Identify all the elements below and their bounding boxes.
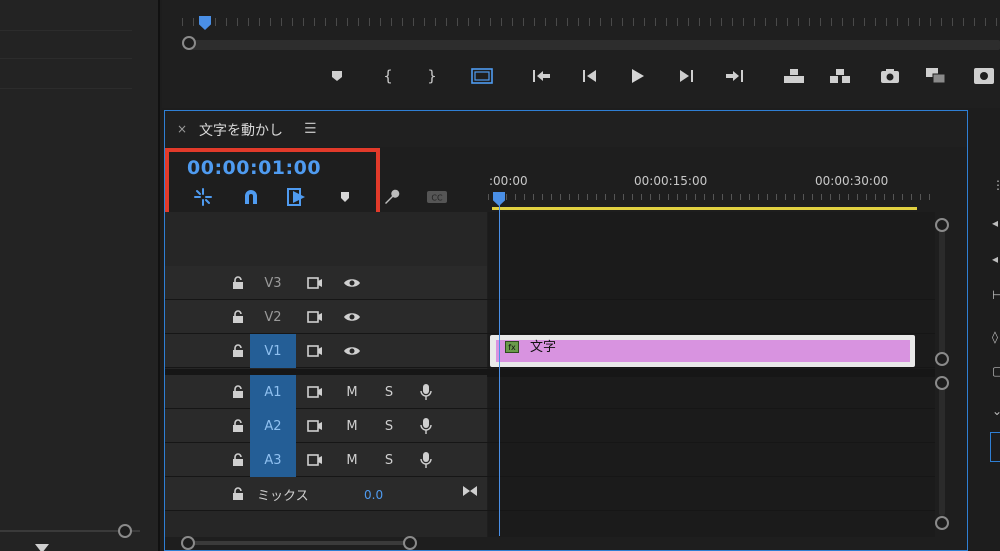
- program-ruler[interactable]: [182, 0, 1000, 30]
- ripple-edit-tool-icon[interactable]: ⊢: [992, 288, 1000, 302]
- time-ruler[interactable]: :00:00 00:00:15:00 00:00:30:00: [488, 150, 934, 210]
- close-icon[interactable]: ×: [177, 122, 187, 136]
- mix-volume-value[interactable]: 0.0: [364, 488, 383, 502]
- sync-lock-icon[interactable]: [304, 449, 326, 471]
- go-to-in-button[interactable]: [530, 64, 554, 88]
- sequence-title[interactable]: 文字を動かし: [199, 120, 283, 140]
- track-target-v3[interactable]: V3: [250, 266, 296, 300]
- add-marker-button[interactable]: [325, 64, 349, 88]
- captions-icon[interactable]: CC: [426, 186, 448, 208]
- lock-icon[interactable]: [227, 381, 249, 403]
- camera-icon[interactable]: [878, 64, 902, 88]
- slip-tool-icon[interactable]: ▢: [992, 364, 1000, 378]
- video-scroll-top-handle[interactable]: [935, 218, 949, 232]
- panel-menu-icon[interactable]: ☰: [304, 121, 317, 137]
- audio-scrollbar[interactable]: [939, 386, 945, 516]
- active-tool-indicator[interactable]: [990, 432, 1000, 462]
- ruler-label: 00:00:30:00: [815, 174, 889, 188]
- mute-button[interactable]: M: [341, 381, 363, 403]
- dropdown-triangle-icon[interactable]: [35, 544, 49, 551]
- selection-tool-icon[interactable]: ◂: [992, 216, 998, 230]
- solo-button[interactable]: S: [378, 381, 400, 403]
- microphone-icon[interactable]: [415, 381, 437, 403]
- nest-sequence-icon[interactable]: [192, 186, 214, 208]
- video-scroll-bottom-handle[interactable]: [935, 352, 949, 366]
- lock-icon[interactable]: [227, 483, 249, 505]
- timeline-zoom-scrollbar[interactable]: [188, 541, 410, 545]
- linked-selection-icon[interactable]: [286, 186, 308, 208]
- video-scrollbar[interactable]: [939, 225, 945, 357]
- audio-scroll-top-handle[interactable]: [935, 376, 949, 390]
- eye-icon[interactable]: [341, 306, 363, 328]
- snap-magnet-icon[interactable]: [240, 186, 262, 208]
- audio-scroll-bottom-handle[interactable]: [935, 516, 949, 530]
- bowtie-icon[interactable]: [459, 480, 481, 502]
- wrench-icon[interactable]: [380, 186, 402, 208]
- zoom-right-handle[interactable]: [403, 536, 417, 550]
- mark-out-button[interactable]: }: [420, 64, 444, 88]
- track-target-a1[interactable]: A1: [250, 375, 296, 409]
- step-back-button[interactable]: [578, 64, 602, 88]
- step-forward-button[interactable]: [674, 64, 698, 88]
- ruler-label: :00:00: [489, 174, 528, 188]
- solo-button[interactable]: S: [378, 449, 400, 471]
- play-button[interactable]: [626, 64, 650, 88]
- sync-lock-icon[interactable]: [304, 306, 326, 328]
- microphone-icon[interactable]: [415, 415, 437, 437]
- pen-tool-icon[interactable]: ⌄: [992, 404, 1000, 418]
- clip-body[interactable]: [496, 340, 910, 362]
- playhead-line[interactable]: [499, 200, 500, 536]
- mark-in-button[interactable]: {: [376, 64, 400, 88]
- work-area-bar[interactable]: [492, 207, 917, 210]
- zoom-left-handle[interactable]: [181, 536, 195, 550]
- track-target-v2[interactable]: V2: [250, 300, 296, 334]
- ruler-label: 00:00:15:00: [634, 174, 708, 188]
- solo-button[interactable]: S: [378, 415, 400, 437]
- track-target-a2[interactable]: A2: [250, 409, 296, 443]
- comparison-view-button[interactable]: [972, 64, 996, 88]
- project-panel: [0, 0, 160, 551]
- go-to-out-button[interactable]: [722, 64, 746, 88]
- track-target-v1[interactable]: V1: [250, 334, 296, 368]
- project-scroll-handle[interactable]: [118, 524, 132, 538]
- microphone-icon[interactable]: [415, 449, 437, 471]
- add-marker-icon[interactable]: [334, 186, 356, 208]
- tool-grip-icon[interactable]: ⋮: [992, 178, 1000, 192]
- program-zoom-handle[interactable]: [182, 36, 196, 50]
- sync-lock-icon[interactable]: [304, 415, 326, 437]
- lock-icon[interactable]: [227, 449, 249, 471]
- lock-icon[interactable]: [227, 306, 249, 328]
- razor-tool-icon[interactable]: ◊: [992, 330, 998, 344]
- sync-lock-icon[interactable]: [304, 272, 326, 294]
- eye-icon[interactable]: [341, 272, 363, 294]
- program-zoom-bar[interactable]: [190, 40, 1000, 50]
- track-target-a3[interactable]: A3: [250, 443, 296, 477]
- mix-track-label: ミックス: [257, 489, 309, 504]
- lock-icon[interactable]: [227, 415, 249, 437]
- track-select-tool-icon[interactable]: ◂: [992, 252, 998, 266]
- sync-lock-icon[interactable]: [304, 340, 326, 362]
- lock-icon[interactable]: [227, 340, 249, 362]
- mute-button[interactable]: M: [341, 449, 363, 471]
- mute-button[interactable]: M: [341, 415, 363, 437]
- timeline-tab: [165, 111, 967, 147]
- extract-button[interactable]: [828, 64, 852, 88]
- lock-icon[interactable]: [227, 272, 249, 294]
- multicam-button[interactable]: [924, 64, 948, 88]
- sync-lock-icon[interactable]: [304, 381, 326, 403]
- eye-icon[interactable]: [341, 340, 363, 362]
- fx-badge-icon: fx: [505, 341, 519, 353]
- clip-label: 文字: [530, 340, 557, 355]
- lift-button[interactable]: [782, 64, 806, 88]
- safe-margins-button[interactable]: [470, 64, 494, 88]
- svg-text:CC: CC: [431, 194, 443, 203]
